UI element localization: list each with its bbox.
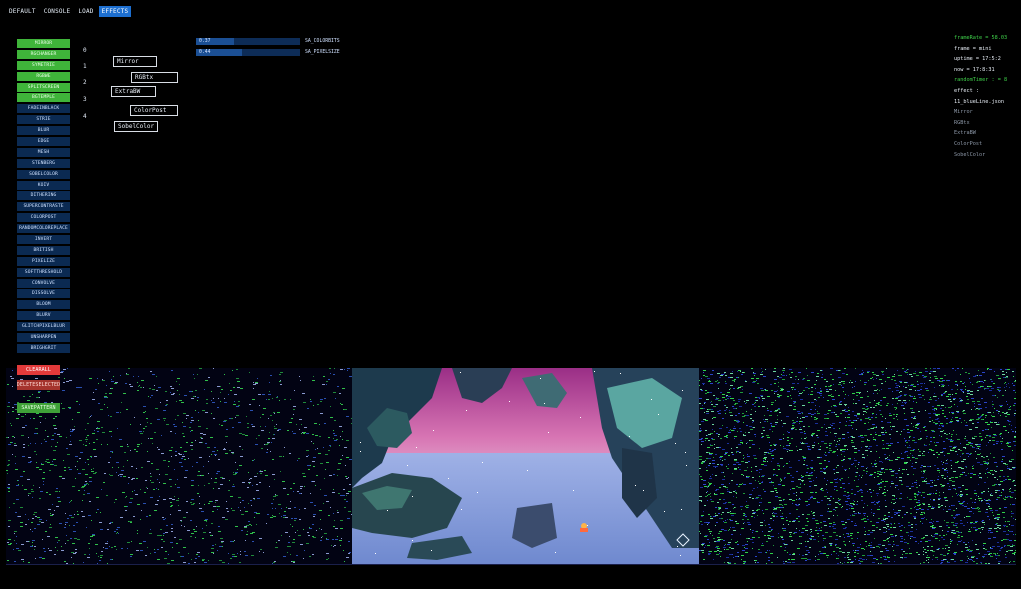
effect-toggle-dissolve[interactable]: DISSOLVE: [17, 289, 70, 299]
random-timer-text: randomTimer : = 8: [954, 77, 1008, 84]
clear-all-button[interactable]: CLEARALL: [17, 365, 60, 375]
framerate-text: frameRate = 58.03: [954, 35, 1008, 41]
effect-toggle-sobelcolor[interactable]: SOBELCOLOR: [17, 169, 70, 179]
viewport-divider: [6, 564, 1016, 565]
effect-toggle-convolve[interactable]: CONVOLVE: [17, 278, 70, 288]
slider-label: SA_PIXELSIZE: [305, 50, 340, 55]
effect-toggle-mirror[interactable]: MIRROR: [17, 39, 70, 48]
stack-item[interactable]: RGBtx: [131, 72, 178, 83]
stack-item[interactable]: ExtraBW: [111, 86, 156, 97]
uptime-text: uptime = 17:5:2: [954, 56, 1001, 63]
save-pattern-button[interactable]: SAVEPATTERN: [17, 403, 60, 413]
slider-value: 0.37: [199, 39, 211, 44]
tab-console[interactable]: CONSOLE: [40, 6, 74, 17]
effect-toggle-colorpost[interactable]: COLORPOST: [17, 213, 70, 223]
active-effect: ColorPost: [954, 140, 983, 147]
stack-item[interactable]: ColorPost: [130, 105, 178, 116]
effect-toggle-bgtemple[interactable]: BGTEMPLE: [17, 93, 70, 103]
stack-index: 1: [83, 63, 87, 70]
effect-toggle-fadeinblack[interactable]: FADEINBLACK: [17, 104, 70, 114]
effect-toggle-supercontraste[interactable]: SUPERCONTRASTE: [17, 202, 70, 212]
slider-pixelsize[interactable]: 0.44 SA_PIXELSIZE: [196, 49, 340, 56]
stack-item[interactable]: SobelColor: [114, 121, 158, 132]
now-text: now = 17:8:31: [954, 66, 995, 73]
effect-toggle-edge[interactable]: EDGE: [17, 137, 70, 147]
effect-toggle-rgbwe[interactable]: RGBWE: [17, 71, 70, 81]
effect-toggle-pixelize[interactable]: PIXELIZE: [17, 256, 70, 266]
active-effect: RGBtx: [954, 119, 970, 126]
effect-toggle-rgchanger[interactable]: RGCHANGER: [17, 49, 70, 59]
effect-toggle-dithering[interactable]: DITHERING: [17, 191, 70, 201]
right-effect-pane: [699, 368, 1016, 564]
effect-toggle-symetrie[interactable]: SYMETRIE: [17, 60, 70, 70]
delete-selected-button[interactable]: DELETESELECTED: [17, 380, 60, 390]
effect-toggle-randomcoloreplace[interactable]: RANDOMCOLOREPLACE: [17, 224, 70, 234]
effect-toggle-strie[interactable]: STRIE: [17, 115, 70, 125]
effect-toggle-unsharpen[interactable]: UNSHARPEN: [17, 333, 70, 343]
stack-index: 3: [83, 96, 87, 103]
stack-index: 2: [83, 79, 87, 86]
stack-index: 0: [83, 47, 87, 54]
effect-toggle-stenberg[interactable]: STENBERG: [17, 158, 70, 168]
slider-label: SA_COLORBITS: [305, 39, 340, 44]
render-viewport: [6, 368, 1016, 564]
effect-label: effect :: [954, 87, 979, 94]
effect-toggle-glitchpixelblur[interactable]: GLITCHPIXELBLUR: [17, 322, 70, 332]
left-effect-pane: [6, 368, 352, 564]
active-effect: Mirror: [954, 109, 973, 116]
effect-toggle-invert[interactable]: INVERT: [17, 235, 70, 245]
effects-list: MIRROR RGCHANGER SYMETRIE RGBWE SPLITSCREEN B…: [17, 39, 70, 355]
param-sliders: 0.37 SA_COLORBITS 0.44 SA_PIXELSIZE: [196, 38, 340, 60]
effect-toggle-bloom[interactable]: BLOOM: [17, 300, 70, 310]
effect-toggle-blur[interactable]: BLUR: [17, 126, 70, 136]
tab-effects[interactable]: EFFECTS: [98, 6, 132, 17]
effect-file: 11_blueLine.json: [954, 98, 1004, 105]
effect-toggle-koiv[interactable]: KOIV: [17, 180, 70, 190]
top-tabs: DEFAULT CONSOLE LOAD EFFECTS: [6, 6, 132, 17]
effect-toggle-british[interactable]: BRITISH: [17, 245, 70, 255]
effect-toggle-softthreshold[interactable]: SOFTTHRESHOLD: [17, 267, 70, 277]
center-game-pane: [352, 368, 699, 564]
slider-value: 0.44: [199, 50, 211, 55]
stack-index: 4: [83, 113, 87, 120]
active-effect: ExtraBW: [954, 130, 976, 137]
tab-load[interactable]: LOAD: [75, 6, 97, 17]
frame-text: frame = mini: [954, 45, 992, 52]
effect-toggle-mesh[interactable]: MESH: [17, 147, 70, 157]
slider-colorbits[interactable]: 0.37 SA_COLORBITS: [196, 38, 340, 45]
info-panel: frameRate = 58.03 frame = mini uptime = …: [954, 33, 1018, 160]
stack-item[interactable]: Mirror: [113, 56, 157, 67]
active-effect: SobelColor: [954, 151, 986, 158]
effect-toggle-splitscreen[interactable]: SPLITSCREEN: [17, 82, 70, 92]
tab-default[interactable]: DEFAULT: [6, 6, 39, 17]
effect-toggle-brighgrit[interactable]: BRIGHGRIT: [17, 343, 70, 353]
effect-toggle-blurv[interactable]: BLURV: [17, 311, 70, 321]
